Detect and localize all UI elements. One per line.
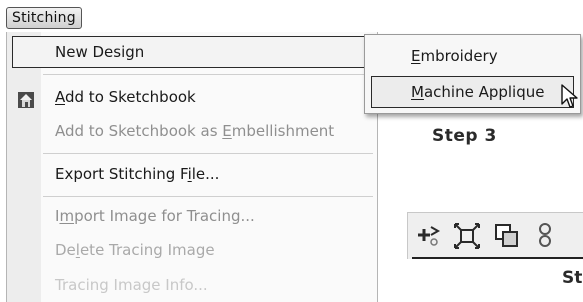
pattern-icon[interactable] [530, 221, 560, 251]
menu-separator [43, 153, 373, 154]
menu-item-label: Export Stitching File... [55, 165, 220, 183]
menu-stitching-label: Stitching [12, 10, 76, 26]
resize-arrows-icon[interactable] [452, 221, 482, 251]
menu-item-add-to-sketchbook[interactable]: Add to Sketchbook [7, 82, 377, 112]
mouse-pointer-icon [561, 84, 578, 108]
menu-item-new-design[interactable]: New Design [12, 36, 374, 68]
sketchbook-house-icon [17, 89, 35, 108]
tools-toolbar [407, 212, 583, 259]
menu-bar: Stitching [0, 0, 583, 30]
menu-separator [43, 74, 373, 75]
overlap-squares-icon[interactable] [492, 221, 522, 251]
menu-item-label: Delete Tracing Image [55, 241, 215, 259]
menu-separator [43, 196, 373, 197]
toolbar-divider [412, 257, 583, 259]
menu-item-label: Import Image for Tracing... [55, 207, 255, 225]
menu-item-label: Add to Sketchbook [55, 88, 196, 106]
menu-item-delete-tracing-image[interactable]: Delete Tracing Image [7, 235, 377, 265]
menu-item-label: Add to Sketchbook as Embellishment [55, 122, 335, 140]
menu-stitching[interactable]: Stitching [6, 7, 82, 29]
menu-item-label: Tracing Image Info... [55, 276, 208, 294]
submenu-item-embroidery[interactable]: Embroidery [365, 41, 580, 71]
menu-item-label: New Design [55, 43, 145, 61]
menu-item-import-image-for-tracing[interactable]: Import Image for Tracing... [7, 201, 377, 231]
menu-item-tracing-image-info[interactable]: Tracing Image Info... [7, 270, 377, 300]
step-3-caption: Step 3 [432, 126, 497, 146]
menu-item-add-as-embellishment[interactable]: Add to Sketchbook as Embellishment [7, 116, 377, 146]
menu-item-export-stitching-file[interactable]: Export Stitching File... [7, 159, 377, 189]
stitching-dropdown-menu: New Design Add to Sketchbook Add to Sket… [6, 32, 378, 302]
submenu-item-label: Machine Applique [411, 83, 545, 101]
step-caption-partial: St [562, 268, 583, 288]
new-design-submenu: Embroidery Machine Applique [364, 34, 581, 114]
submenu-item-label: Embroidery [411, 47, 498, 65]
submenu-item-machine-applique[interactable]: Machine Applique [371, 76, 574, 108]
add-node-icon[interactable] [414, 221, 444, 251]
